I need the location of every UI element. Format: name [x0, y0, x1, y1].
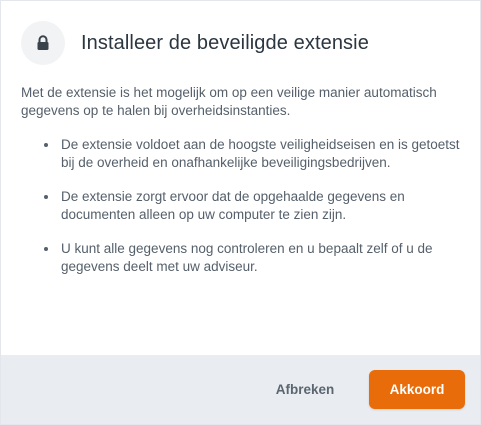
install-extension-dialog: Installeer de beveiligde extensie Met de…: [0, 0, 481, 425]
list-item-text: De extensie voldoet aan de hoogste veili…: [61, 137, 460, 170]
confirm-button[interactable]: Akkoord: [369, 370, 465, 409]
bullet-dot: [44, 195, 48, 199]
list-item: De extensie voldoet aan de hoogste veili…: [43, 136, 463, 172]
list-item-text: De extensie zorgt ervoor dat de opgehaal…: [61, 189, 405, 222]
feature-list: De extensie voldoet aan de hoogste veili…: [43, 136, 463, 292]
list-item: De extensie zorgt ervoor dat de opgehaal…: [43, 188, 463, 224]
dialog-footer: Afbreken Akkoord: [1, 355, 480, 424]
dialog-title: Installeer de beveiligde extensie: [81, 31, 369, 54]
lock-icon-badge: [21, 21, 65, 65]
bullet-dot: [44, 247, 48, 251]
dialog-intro: Met de extensie is het mogelijk om op ee…: [21, 85, 437, 118]
list-item-text: U kunt alle gegevens nog controleren en …: [61, 241, 433, 274]
cancel-button[interactable]: Afbreken: [263, 370, 347, 409]
lock-icon: [37, 35, 49, 50]
dialog-header: Installeer de beveiligde extensie: [21, 21, 369, 65]
bullet-dot: [44, 143, 48, 147]
list-item: U kunt alle gegevens nog controleren en …: [43, 240, 463, 276]
